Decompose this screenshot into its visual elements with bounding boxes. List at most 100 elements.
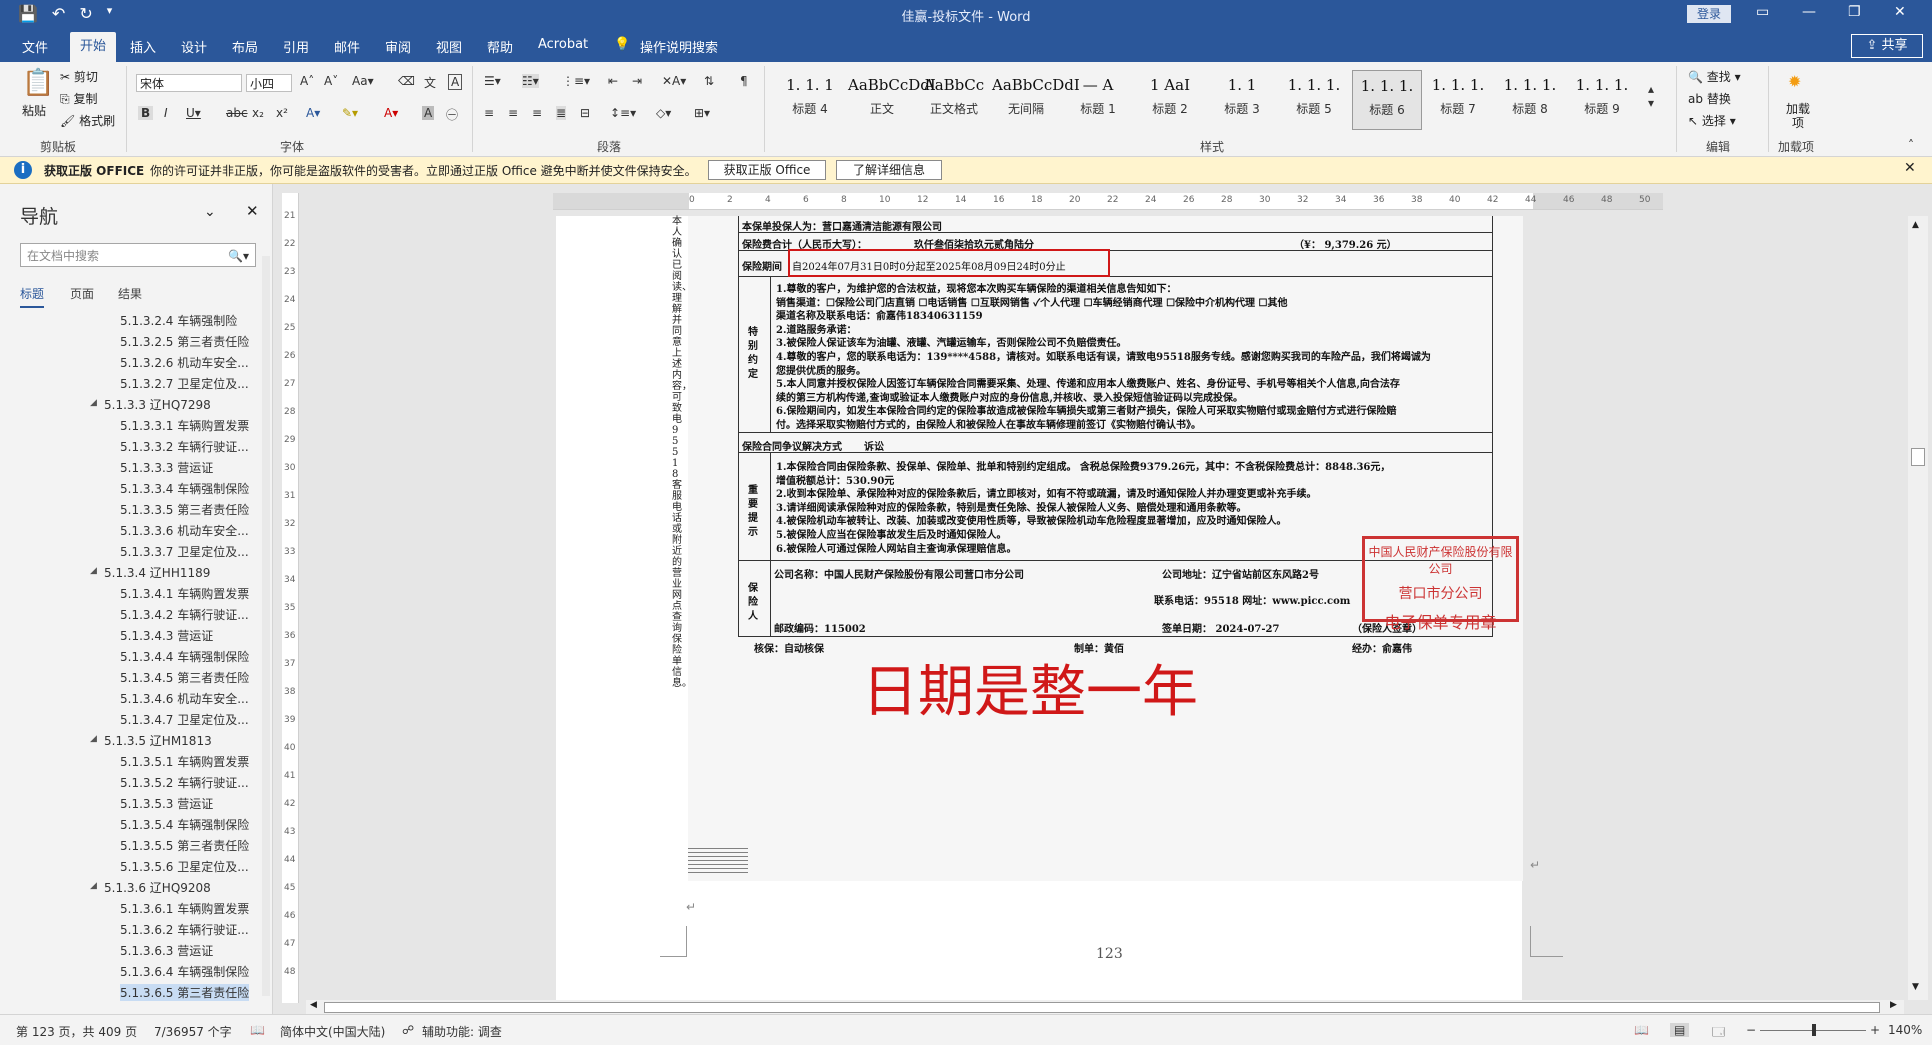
nav-heading-item[interactable]: 5.1.3.5.6 卫星定位及... — [120, 858, 249, 875]
shrink-font-icon[interactable]: A˅ — [324, 74, 338, 88]
nav-heading-item[interactable]: 5.1.3.4.1 车辆购置发票 — [120, 585, 249, 602]
cut-button[interactable]: ✂ 剪切 — [60, 68, 98, 85]
phonetic-guide-icon[interactable]: 文 — [424, 74, 436, 91]
read-mode-icon[interactable]: 📖 — [1634, 1023, 1649, 1037]
ribbon-display-icon[interactable]: ▭ — [1756, 4, 1769, 20]
style-item[interactable]: AaBbCc 正文格式 — [920, 70, 988, 128]
print-layout-icon[interactable]: ▤ — [1670, 1023, 1690, 1037]
nav-search-input[interactable]: 在文档中搜索 🔍▾ — [20, 243, 256, 267]
bold-icon[interactable]: B — [138, 106, 154, 120]
style-item[interactable]: AaBbCcDdI 无间隔 — [992, 70, 1080, 128]
style-item[interactable]: 1. 1. 1. 标题 5 — [1280, 70, 1348, 128]
tab-design[interactable]: 设计 — [181, 37, 207, 56]
nav-heading-item[interactable]: 5.1.3.4.4 车辆强制保险 — [120, 648, 249, 665]
grow-font-icon[interactable]: A˄ — [300, 74, 314, 88]
close-bar-icon[interactable]: ✕ — [1904, 160, 1916, 176]
justify-icon[interactable]: ≣ — [556, 106, 567, 120]
zoom-out-icon[interactable]: − — [1746, 1023, 1756, 1037]
share-button[interactable]: ⇪ 共享 — [1851, 34, 1923, 58]
line-spacing-icon[interactable]: ↕≡▾ — [610, 106, 636, 120]
zoom-in-icon[interactable]: + — [1870, 1023, 1880, 1037]
decrease-indent-icon[interactable]: ⇤ — [608, 74, 618, 88]
nav-heading-item[interactable]: 5.1.3.6.1 车辆购置发票 — [120, 900, 249, 917]
nav-heading-item[interactable]: 5.1.3.6 辽HQ9208 — [104, 879, 211, 896]
style-item[interactable]: 1. 1. 1. 标题 8 — [1496, 70, 1564, 128]
vertical-ruler[interactable]: 21 22 23 24 25 26 27 28 29 30 31 32 33 34 35 36 37 38 39 40… — [282, 193, 299, 1003]
strikethrough-icon[interactable]: abc — [226, 106, 248, 120]
close-icon[interactable]: ✕ — [1894, 4, 1906, 20]
asian-layout-icon[interactable]: ✕A▾ — [662, 74, 686, 88]
nav-heading-item[interactable]: 5.1.3.2.7 卫星定位及... — [120, 375, 249, 392]
nav-heading-item[interactable]: 5.1.3.5.4 车辆强制保险 — [120, 816, 249, 833]
get-genuine-button[interactable]: 获取正版 Office — [708, 160, 826, 180]
style-item[interactable]: AaBbCcDdI 正文 — [848, 70, 936, 128]
text-effects-icon[interactable]: A▾ — [306, 106, 320, 120]
nav-heading-item[interactable]: 5.1.3.3.5 第三者责任险 — [120, 501, 249, 518]
nav-heading-item[interactable]: 5.1.3.6.4 车辆强制保险 — [120, 963, 249, 980]
horizontal-ruler[interactable]: 0 2 4 6 8 10 12 14 16 18 20 22 24 26 28 30 32 34 36 38 40 42 4… — [553, 193, 1663, 210]
nav-heading-item[interactable]: 5.1.3.4.2 车辆行驶证... — [120, 606, 249, 623]
nav-heading-item[interactable]: 5.1.3.4.3 营运证 — [120, 627, 213, 644]
nav-heading-item[interactable]: 5.1.3.5.1 车辆购置发票 — [120, 753, 249, 770]
sort-icon[interactable]: ⇅ — [704, 74, 714, 88]
highlight-icon[interactable]: ✎▾ — [342, 106, 358, 120]
tell-me-search[interactable]: 操作说明搜索 — [640, 37, 718, 56]
hscroll-thumb[interactable] — [324, 1002, 1880, 1013]
word-count[interactable]: 7/36957 个字 — [154, 1023, 232, 1040]
nav-heading-item[interactable]: 5.1.3.3 辽HQ7298 — [104, 396, 211, 413]
chevron-down-icon[interactable]: ⌄ — [204, 204, 216, 220]
tab-view[interactable]: 视图 — [436, 37, 462, 56]
scroll-thumb[interactable] — [1911, 448, 1925, 466]
nav-heading-item[interactable]: 5.1.3.5.2 车辆行驶证... — [120, 774, 249, 791]
tab-file[interactable]: 文件 — [22, 37, 48, 56]
close-icon[interactable]: ✕ — [246, 202, 259, 220]
nav-heading-item[interactable]: 5.1.3.4.6 机动车安全... — [120, 690, 249, 707]
bullets-icon[interactable]: ☰▾ — [484, 74, 501, 88]
align-left-icon[interactable]: ≡ — [484, 106, 494, 120]
find-button[interactable]: 🔍 查找 ▾ — [1688, 68, 1741, 85]
nav-heading-item[interactable]: 5.1.3.4.7 卫星定位及... — [120, 711, 249, 728]
nav-heading-item[interactable]: 5.1.3.3.4 车辆强制保险 — [120, 480, 249, 497]
char-border-icon[interactable]: A — [448, 74, 463, 90]
collapse-triangle-icon[interactable]: ◢ — [90, 566, 97, 576]
gallery-scroll-icon[interactable]: ▴ ▾ — [1648, 82, 1654, 110]
italic-icon[interactable]: I — [164, 106, 168, 120]
language[interactable]: 简体中文(中国大陆) — [280, 1023, 385, 1040]
copy-button[interactable]: ⎘ 复制 — [60, 90, 97, 107]
nav-heading-item[interactable]: 5.1.3.3.7 卫星定位及... — [120, 543, 249, 560]
horizontal-scrollbar[interactable]: ◀ ▶ — [306, 1000, 1904, 1014]
tab-help[interactable]: 帮助 — [487, 37, 513, 56]
font-color-icon[interactable]: A▾ — [384, 106, 398, 120]
collapse-triangle-icon[interactable]: ◢ — [90, 398, 97, 408]
borders-icon[interactable]: ⊞▾ — [694, 106, 710, 120]
style-item[interactable]: — A 标题 1 — [1064, 70, 1132, 128]
addins-button[interactable]: 加载项 — [1784, 102, 1812, 130]
collapse-triangle-icon[interactable]: ◢ — [90, 734, 97, 744]
nav-heading-item[interactable]: 5.1.3.4 辽HH1189 — [104, 564, 210, 581]
nav-heading-item[interactable]: 5.1.3.5.3 营运证 — [120, 795, 213, 812]
style-item[interactable]: 1. 1. 1 标题 4 — [776, 70, 844, 128]
nav-heading-item[interactable]: 5.1.3.2.4 车辆强制险 — [120, 312, 237, 329]
superscript-icon[interactable]: x² — [276, 106, 288, 120]
style-item[interactable]: 1 AaI 标题 2 — [1136, 70, 1204, 128]
addins-icon[interactable]: ✹ — [1788, 72, 1801, 91]
enclose-char-icon[interactable]: ㊀ — [446, 106, 458, 123]
subscript-icon[interactable]: x₂ — [252, 106, 264, 120]
style-item[interactable]: 1. 1. 1. 标题 7 — [1424, 70, 1492, 128]
zoom-level[interactable]: 140% — [1888, 1023, 1922, 1037]
scroll-up-icon[interactable]: ▲ — [1912, 220, 1919, 230]
style-item[interactable]: 1. 1. 1. 标题 9 — [1568, 70, 1636, 128]
nav-heading-item[interactable]: 5.1.3.5 辽HM1813 — [104, 732, 212, 749]
page-count[interactable]: 第 123 页，共 409 页 — [16, 1023, 137, 1040]
shading-icon[interactable]: ◇▾ — [656, 106, 671, 120]
tab-layout[interactable]: 布局 — [232, 37, 258, 56]
replace-button[interactable]: ab 替换 — [1688, 90, 1731, 107]
paste-icon[interactable]: 📋 — [22, 68, 54, 98]
clear-format-icon[interactable]: ⌫ — [398, 74, 415, 88]
nav-heading-item[interactable]: 5.1.3.2.5 第三者责任险 — [120, 333, 249, 350]
nav-tab-headings[interactable]: 标题 — [20, 285, 45, 308]
tab-home[interactable]: 开始 — [70, 32, 117, 62]
collapse-triangle-icon[interactable]: ◢ — [90, 881, 97, 891]
format-painter-button[interactable]: 🖌 格式刷 — [60, 112, 115, 129]
increase-indent-icon[interactable]: ⇥ — [632, 74, 642, 88]
